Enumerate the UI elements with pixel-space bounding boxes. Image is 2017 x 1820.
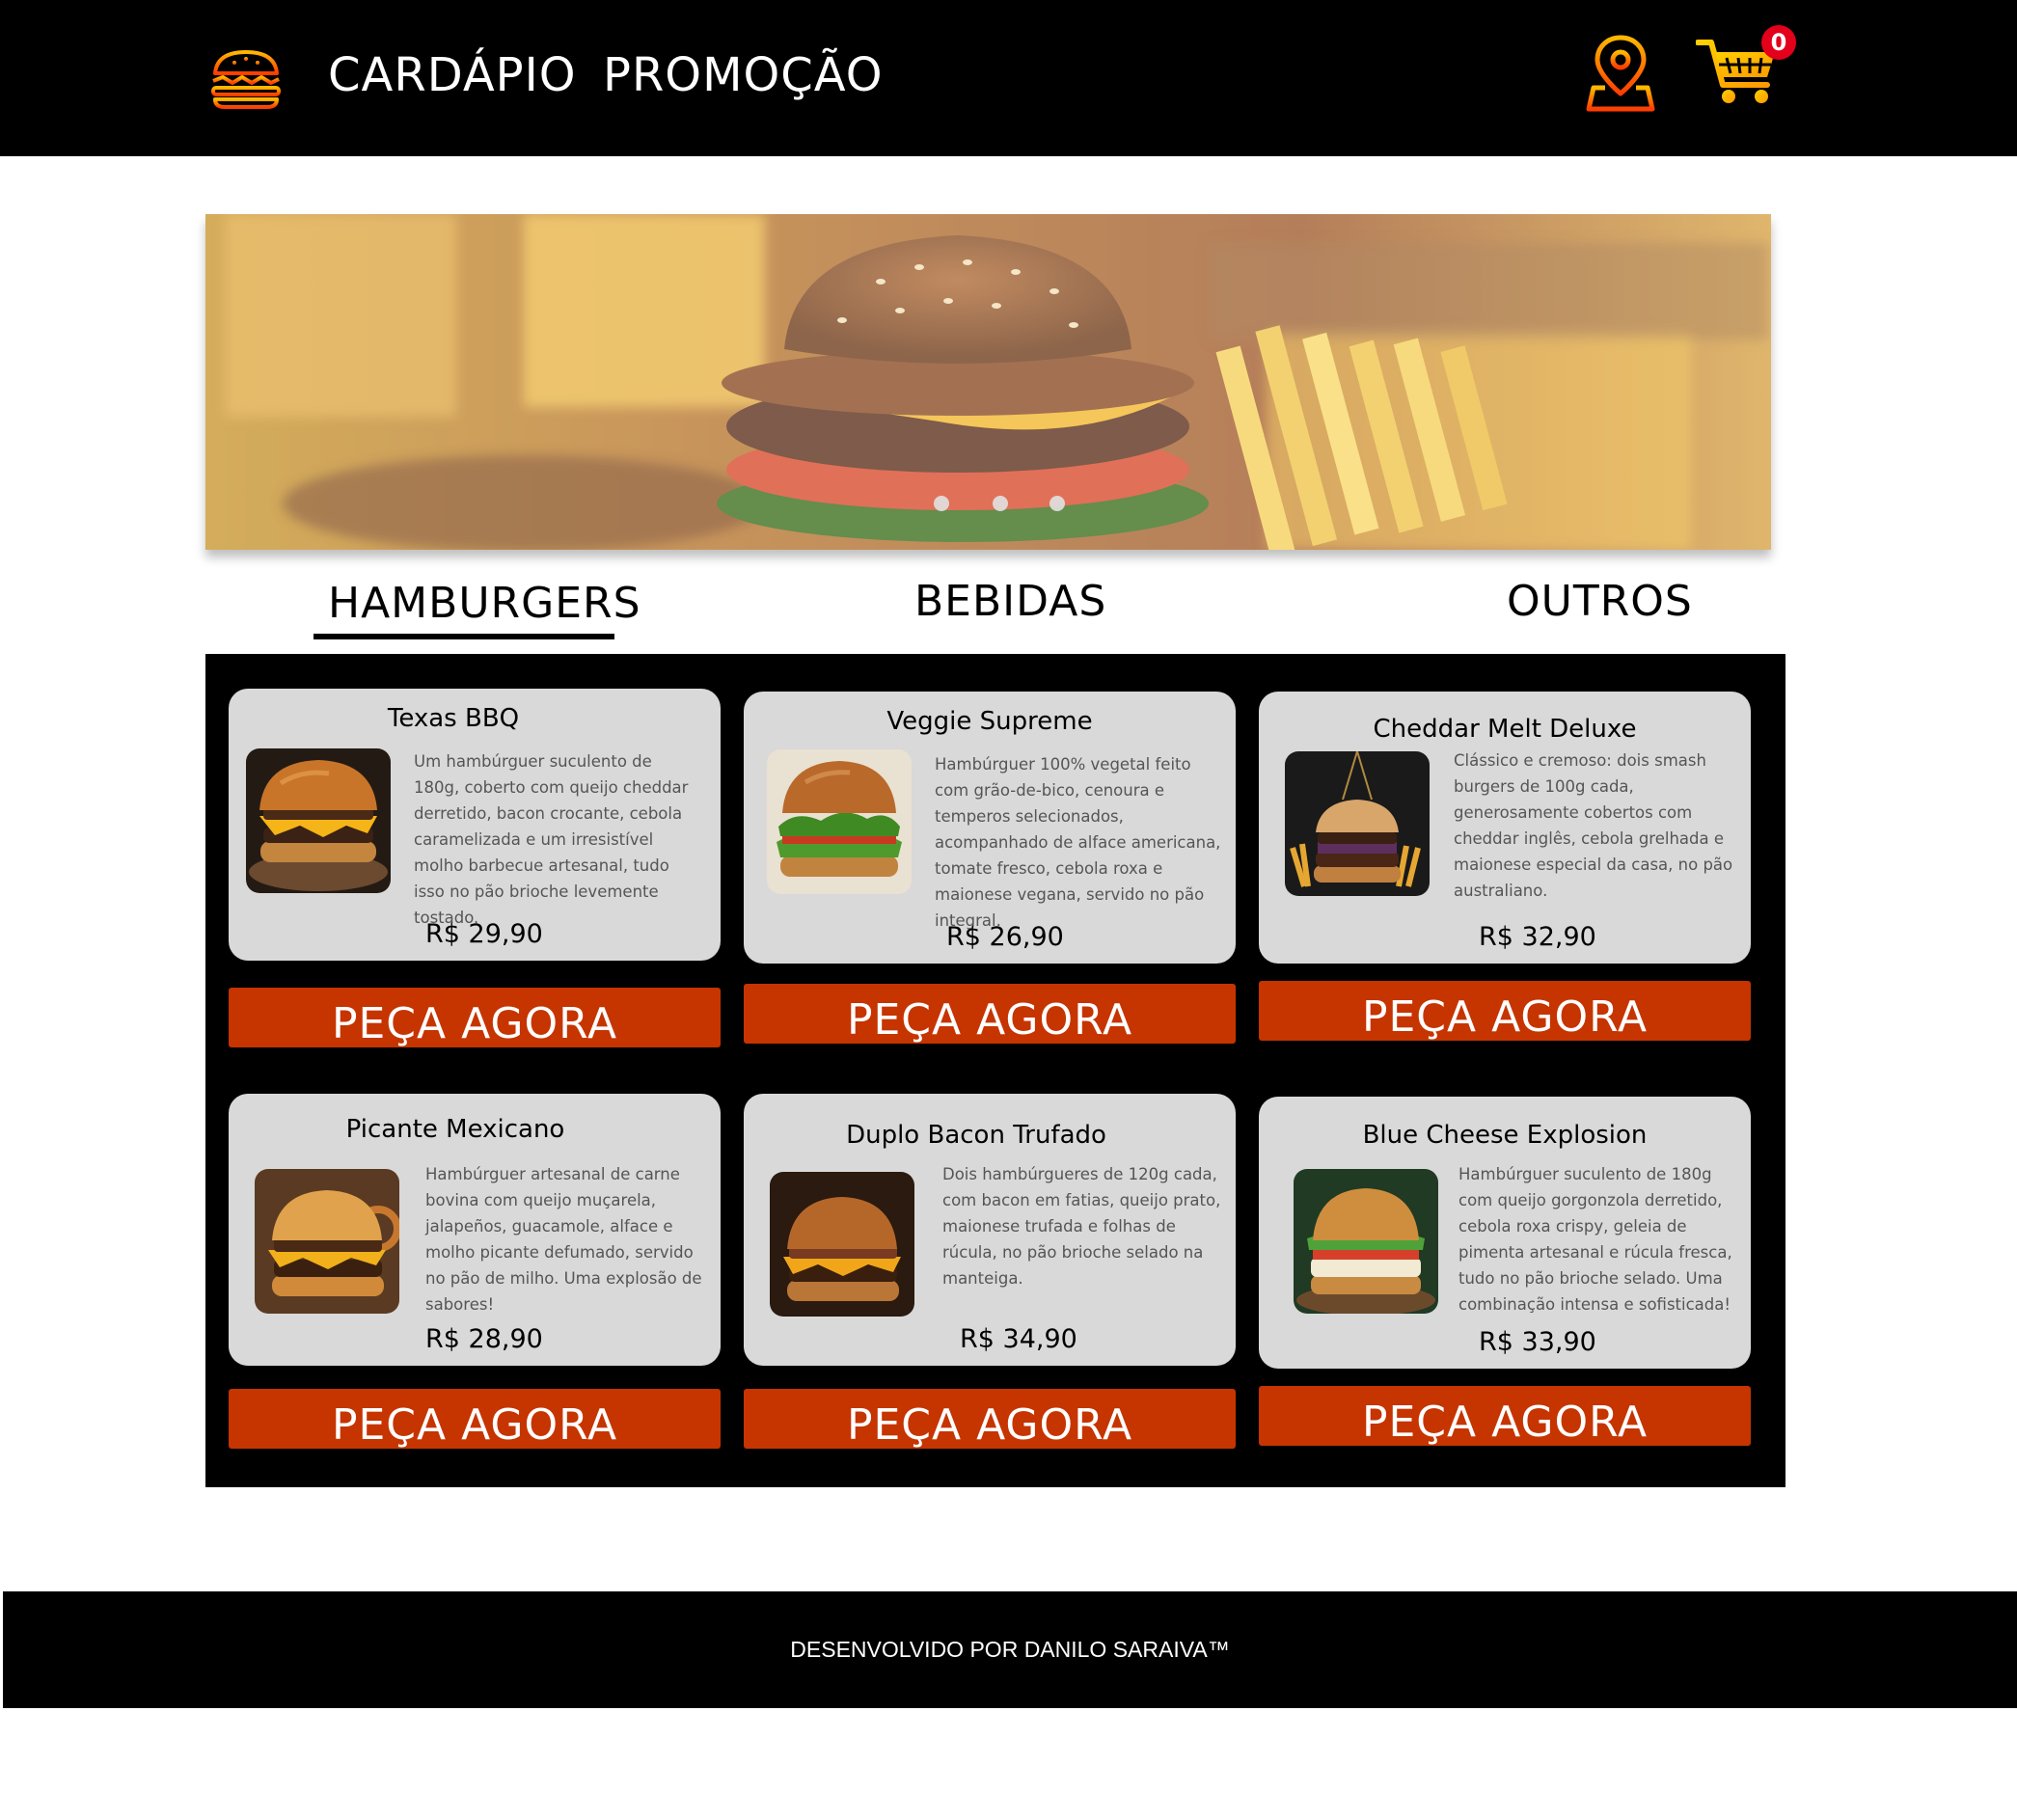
burger-photo bbox=[1294, 1169, 1438, 1314]
burger-photo bbox=[1285, 751, 1430, 896]
footer-credit: DESENVOLVIDO POR DANILO SARAIVA™ bbox=[790, 1637, 1230, 1662]
order-now-button[interactable]: PEÇA AGORA bbox=[1259, 1386, 1751, 1446]
nav-promocao[interactable]: PROMOÇÃO bbox=[603, 48, 884, 102]
product-photo bbox=[1294, 1169, 1438, 1314]
product-price: R$ 33,90 bbox=[1479, 1327, 1596, 1357]
product-description: Hambúrguer 100% vegetal feito com grão-d… bbox=[935, 755, 1221, 930]
product-photo bbox=[255, 1169, 399, 1314]
tab-hamburgers[interactable]: HAMBURGERS bbox=[328, 579, 641, 628]
order-now-button[interactable]: PEÇA AGORA bbox=[229, 1389, 721, 1449]
active-tab-underline bbox=[313, 634, 614, 639]
product-description: Um hambúrguer suculento de 180g, coberto… bbox=[414, 752, 689, 927]
product-price: R$ 26,90 bbox=[946, 922, 1064, 952]
tab-bebidas[interactable]: BEBIDAS bbox=[914, 577, 1106, 626]
product-card: Picante Mexicano Hambúrguer artesanal de… bbox=[229, 1094, 721, 1366]
product-price: R$ 29,90 bbox=[425, 919, 543, 949]
footer: DESENVOLVIDO POR DANILO SARAIVA™ bbox=[3, 1591, 2017, 1708]
product-name: Picante Mexicano bbox=[345, 1115, 565, 1144]
top-nav-bar: CARDÁPIO PROMOÇÃO 0 bbox=[0, 0, 2017, 156]
product-name: Blue Cheese Explosion bbox=[1362, 1121, 1648, 1150]
burger-icon[interactable] bbox=[209, 48, 283, 110]
order-now-button[interactable]: PEÇA AGORA bbox=[744, 1389, 1236, 1449]
product-photo bbox=[767, 749, 912, 894]
product-card: Duplo Bacon Trufado Dois hambúrgueres de… bbox=[744, 1094, 1236, 1366]
product-description: Dois hambúrgueres de 120g cada, com baco… bbox=[942, 1165, 1221, 1288]
product-card: Texas BBQ Um hambúrguer suculento de 180… bbox=[229, 689, 721, 961]
product-name: Duplo Bacon Trufado bbox=[846, 1121, 1106, 1150]
carousel-dot-2[interactable] bbox=[993, 496, 1008, 511]
burger-photo bbox=[255, 1169, 399, 1314]
hero-banner bbox=[205, 214, 1771, 550]
burger-photo bbox=[246, 748, 391, 893]
nav-cardapio[interactable]: CARDÁPIO bbox=[328, 48, 577, 102]
product-name: Veggie Supreme bbox=[886, 707, 1093, 736]
product-photo bbox=[1285, 751, 1430, 896]
product-price: R$ 28,90 bbox=[425, 1324, 543, 1354]
order-now-button[interactable]: PEÇA AGORA bbox=[744, 984, 1236, 1044]
map-pin-icon[interactable] bbox=[1586, 34, 1655, 113]
carousel-dot-3[interactable] bbox=[1049, 496, 1065, 511]
product-card: Blue Cheese Explosion Hambúrguer suculen… bbox=[1259, 1097, 1751, 1369]
product-card: Cheddar Melt Deluxe Clássico e cremoso: … bbox=[1259, 692, 1751, 964]
product-card: Veggie Supreme Hambúrguer 100% vegetal f… bbox=[744, 692, 1236, 964]
product-description: Hambúrguer artesanal de carne bovina com… bbox=[425, 1165, 702, 1314]
tab-outros[interactable]: OUTROS bbox=[1507, 577, 1693, 626]
product-photo bbox=[246, 748, 391, 893]
burger-with-fries-and-beer-photo bbox=[205, 214, 1771, 550]
product-description: Clássico e cremoso: dois smash burgers d… bbox=[1454, 751, 1733, 900]
order-now-button[interactable]: PEÇA AGORA bbox=[229, 988, 721, 1047]
burger-photo bbox=[767, 749, 912, 894]
product-price: R$ 34,90 bbox=[960, 1324, 1077, 1354]
carousel-dot-1[interactable] bbox=[934, 496, 949, 511]
product-name: Cheddar Melt Deluxe bbox=[1373, 715, 1637, 744]
product-description: Hambúrguer suculento de 180g com queijo … bbox=[1458, 1165, 1732, 1314]
product-price: R$ 32,90 bbox=[1479, 922, 1596, 952]
burger-photo bbox=[770, 1172, 914, 1317]
product-photo bbox=[770, 1172, 914, 1317]
product-name: Texas BBQ bbox=[387, 704, 520, 733]
order-now-button[interactable]: PEÇA AGORA bbox=[1259, 981, 1751, 1041]
cart-count-badge: 0 bbox=[1761, 25, 1796, 60]
